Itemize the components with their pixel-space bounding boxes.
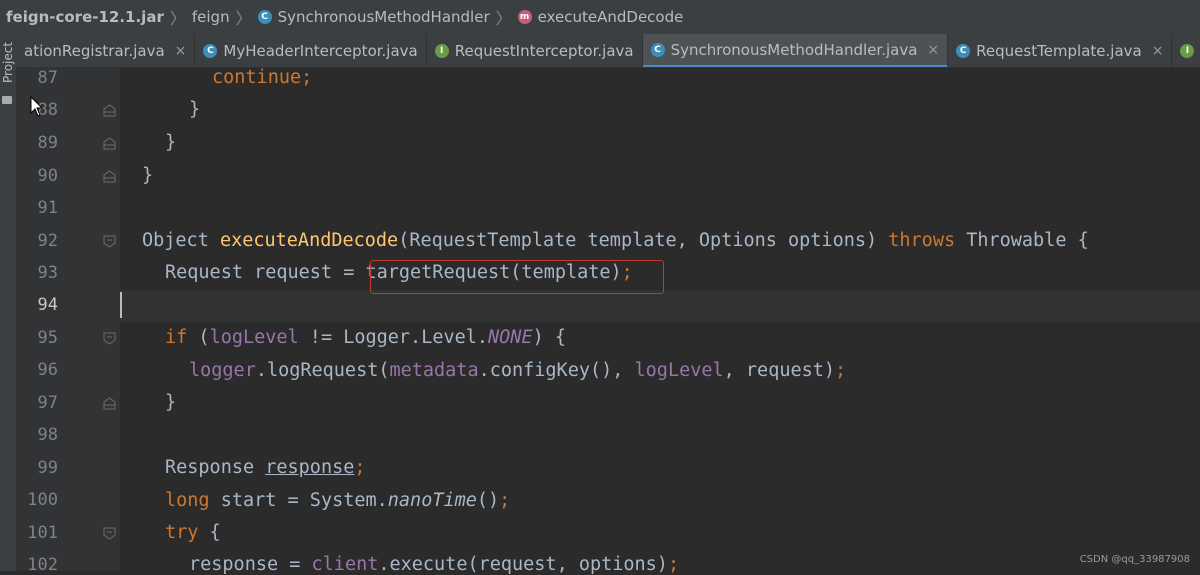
code-line: } [142, 165, 154, 186]
text-caret [120, 292, 122, 318]
code-line: } [165, 392, 177, 413]
breadcrumb-item-jar[interactable]: feign-core-12.1.jar [6, 8, 164, 26]
fold-end-icon[interactable] [103, 397, 116, 410]
line-number: 96 [37, 360, 58, 380]
fold-start-icon[interactable] [103, 527, 116, 540]
code-line: } [189, 99, 201, 120]
code-line: Object executeAndDecode(RequestTemplate … [142, 230, 1089, 251]
line-number: 94 [37, 295, 58, 315]
code-line: } [165, 132, 177, 153]
project-tool-button[interactable]: Project [1, 42, 15, 83]
breadcrumb-separator: 〉 [169, 9, 186, 28]
method-icon: m [517, 10, 532, 24]
tab-request-interceptor[interactable]: I RequestInterceptor.java [427, 34, 643, 67]
breadcrumb-separator: 〉 [235, 9, 252, 28]
code-line: long start = System.nanoTime(); [165, 490, 511, 511]
fold-end-icon[interactable] [103, 170, 116, 183]
mouse-cursor-icon [30, 96, 44, 117]
close-icon[interactable]: × [175, 43, 187, 59]
folder-icon [2, 96, 12, 104]
breadcrumb: feign-core-12.1.jar 〉 feign 〉 C Synchrono… [0, 0, 1200, 34]
line-number: 93 [37, 263, 58, 283]
annotation-highlight-box [370, 260, 664, 294]
breadcrumb-item-method[interactable]: m executeAndDecode [517, 8, 683, 26]
tab-annotation-registrar[interactable]: ationRegistrar.java × [16, 34, 196, 67]
tool-window-strip: Project [0, 34, 17, 571]
fold-end-icon[interactable] [103, 137, 116, 150]
tab-truncated[interactable]: I T [1172, 34, 1200, 67]
line-number: 91 [37, 198, 58, 218]
fold-start-icon[interactable] [103, 235, 116, 248]
fold-end-icon[interactable] [103, 104, 116, 117]
tab-request-template[interactable]: C RequestTemplate.java × [948, 34, 1173, 67]
tab-synchronous-method-handler[interactable]: C SynchronousMethodHandler.java × [642, 34, 949, 67]
fold-start-icon[interactable] [103, 332, 116, 345]
tab-my-header-interceptor[interactable]: C MyHeaderInterceptor.java [195, 34, 427, 67]
line-number: 99 [37, 458, 58, 478]
watermark: CSDN @qq_33987908 [1079, 554, 1190, 565]
interface-icon: I [434, 44, 449, 58]
line-number: 102 [27, 555, 58, 575]
class-icon: C [257, 10, 272, 24]
line-number: 90 [37, 166, 58, 186]
code-line: response = client.execute(request, optio… [189, 554, 680, 575]
interface-icon: I [1180, 44, 1195, 58]
close-icon[interactable]: × [1152, 43, 1164, 59]
line-number: 89 [37, 133, 58, 153]
class-icon: C [956, 44, 971, 58]
breadcrumb-separator: 〉 [495, 9, 512, 28]
code-line: continue; [212, 67, 313, 88]
class-icon: C [650, 42, 665, 57]
code-line: Response response; [165, 457, 366, 478]
line-number: 95 [37, 328, 58, 348]
current-line-highlight [120, 290, 1200, 322]
code-line: try { [165, 522, 221, 543]
line-number: 92 [37, 231, 58, 251]
code-line: logger.logRequest(metadata.configKey(), … [189, 360, 847, 381]
line-number: 98 [37, 425, 58, 445]
line-number: 100 [27, 490, 58, 510]
line-number: 87 [37, 68, 58, 88]
class-icon: C [203, 44, 218, 58]
line-number: 101 [27, 523, 58, 543]
close-icon[interactable]: × [927, 42, 939, 58]
editor-tab-bar: ationRegistrar.java × C MyHeaderIntercep… [16, 34, 1200, 68]
breadcrumb-item-package[interactable]: feign [192, 8, 230, 26]
code-line: if (logLevel != Logger.Level.NONE) { [165, 327, 567, 348]
line-number: 97 [37, 393, 58, 413]
breadcrumb-item-class[interactable]: C SynchronousMethodHandler [257, 8, 490, 26]
